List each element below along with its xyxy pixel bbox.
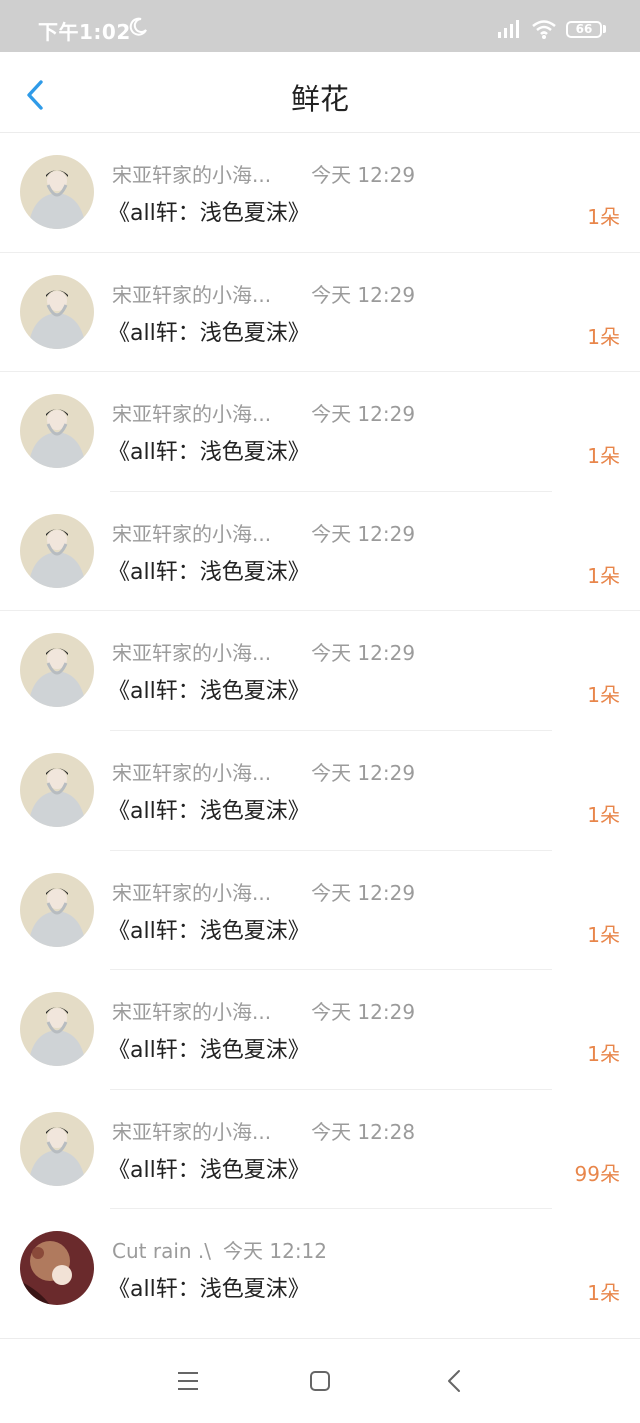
work-title: 《all轩：浅色夏沫》 (108, 559, 310, 585)
flower-count: 1朵 (587, 802, 620, 827)
timestamp: 今天 12:29 (311, 282, 416, 307)
row-meta: Cut rain .\ 今天 12:12 (112, 1235, 327, 1264)
list-item[interactable]: 宋亚轩家的小海... 今天 12:29 《all轩：浅色夏沫》 1朵 (0, 970, 640, 1090)
flower-count: 1朵 (587, 563, 620, 588)
work-title: 《all轩：浅色夏沫》 (108, 1277, 310, 1303)
work-title: 《all轩：浅色夏沫》 (108, 1157, 310, 1183)
row-meta: 宋亚轩家的小海... 今天 12:29 (112, 996, 415, 1025)
wifi-icon (532, 20, 556, 39)
sender-name: 宋亚轩家的小海... (112, 402, 272, 427)
avatar[interactable] (20, 155, 94, 229)
flower-count: 1朵 (587, 922, 620, 947)
row-meta: 宋亚轩家的小海... 今天 12:29 (112, 518, 415, 547)
sender-name: 宋亚轩家的小海... (112, 521, 272, 546)
sender-name: 宋亚轩家的小海... (112, 163, 272, 187)
list-item[interactable]: 宋亚轩家的小海... 今天 12:29 《all轩：浅色夏沫》 1朵 (0, 492, 640, 612)
work-title: 《all轩：浅色夏沫》 (108, 440, 310, 466)
sender-name: 宋亚轩家的小海... (112, 760, 272, 785)
sender-name: Cut rain .\ (112, 1239, 212, 1264)
row-meta: 宋亚轩家的小海... 今天 12:29 (112, 159, 415, 188)
timestamp: 今天 12:28 (311, 1119, 416, 1144)
work-title: 《all轩：浅色夏沫》 (108, 320, 310, 346)
avatar[interactable] (20, 992, 94, 1067)
flower-count: 1朵 (587, 324, 620, 349)
row-meta: 宋亚轩家的小海... 今天 12:29 (112, 398, 415, 427)
back-triangle-icon[interactable] (446, 1369, 462, 1393)
timestamp: 今天 12:29 (311, 880, 416, 905)
navigation-bar (0, 1338, 640, 1423)
avatar[interactable] (20, 752, 94, 827)
sender-name: 宋亚轩家的小海... (112, 1000, 272, 1025)
flower-count: 1朵 (587, 444, 620, 469)
work-title: 《all轩：浅色夏沫》 (108, 1038, 310, 1064)
avatar[interactable] (20, 872, 94, 947)
header: 鲜花 (0, 52, 640, 133)
timestamp: 今天 12:29 (311, 1000, 416, 1025)
list-item[interactable]: 宋亚轩家的小海... 今天 12:28 《all轩：浅色夏沫》 99朵 (0, 1090, 640, 1210)
list-item[interactable]: 宋亚轩家的小海... 今天 12:29 《all轩：浅色夏沫》 1朵 (0, 611, 640, 731)
work-title: 《all轩：浅色夏沫》 (108, 798, 310, 824)
sender-name: 宋亚轩家的小海... (112, 1119, 272, 1144)
row-meta: 宋亚轩家的小海... 今天 12:29 (112, 877, 415, 906)
timestamp: 今天 12:12 (223, 1239, 328, 1264)
work-title: 《all轩：浅色夏沫》 (108, 679, 310, 705)
back-button[interactable] (16, 74, 56, 114)
row-meta: 宋亚轩家的小海... 今天 12:28 (112, 1116, 415, 1145)
row-meta: 宋亚轩家的小海... 今天 12:29 (112, 757, 415, 786)
flower-count: 1朵 (587, 205, 620, 229)
work-title: 《all轩：浅色夏沫》 (108, 201, 310, 226)
battery-tip (603, 25, 606, 33)
flower-list: 宋亚轩家的小海... 今天 12:29 《all轩：浅色夏沫》 1朵 宋亚轩家的小… (0, 133, 640, 1329)
menu-icon[interactable] (176, 1370, 200, 1392)
timestamp: 今天 12:29 (311, 163, 416, 187)
row-meta: 宋亚轩家的小海... 今天 12:29 (112, 279, 415, 308)
sender-name: 宋亚轩家的小海... (112, 641, 272, 666)
flower-count: 1朵 (587, 1281, 620, 1306)
list-item[interactable]: 宋亚轩家的小海... 今天 12:29 《all轩：浅色夏沫》 1朵 (0, 133, 640, 253)
status-bar: 下午1:02 66 (0, 0, 640, 52)
list-item[interactable]: 宋亚轩家的小海... 今天 12:29 《all轩：浅色夏沫》 1朵 (0, 253, 640, 373)
flower-count: 99朵 (574, 1161, 620, 1186)
flower-count: 1朵 (587, 683, 620, 708)
sender-name: 宋亚轩家的小海... (112, 880, 272, 905)
avatar[interactable] (20, 513, 94, 588)
flower-count: 1朵 (587, 1042, 620, 1067)
list-item[interactable]: 宋亚轩家的小海... 今天 12:29 《all轩：浅色夏沫》 1朵 (0, 731, 640, 851)
battery-indicator: 66 (566, 21, 602, 38)
avatar[interactable] (20, 633, 94, 708)
moon-icon (129, 17, 147, 36)
timestamp: 今天 12:29 (311, 521, 416, 546)
sender-name: 宋亚轩家的小海... (112, 282, 272, 307)
avatar[interactable] (20, 394, 94, 469)
status-time: 下午1:02 (38, 20, 131, 44)
avatar[interactable] (20, 1111, 94, 1186)
avatar[interactable] (20, 1231, 94, 1306)
avatar[interactable] (20, 274, 94, 349)
signal-icon (498, 20, 519, 38)
list-item[interactable]: 宋亚轩家的小海... 今天 12:29 《all轩：浅色夏沫》 1朵 (0, 851, 640, 971)
timestamp: 今天 12:29 (311, 402, 416, 427)
page-title: 鲜花 (290, 82, 349, 116)
list-item[interactable]: 宋亚轩家的小海... 今天 12:29 《all轩：浅色夏沫》 1朵 (0, 372, 640, 492)
work-title: 《all轩：浅色夏沫》 (108, 918, 310, 944)
list-item[interactable]: Cut rain .\ 今天 12:12 《all轩：浅色夏沫》 1朵 (0, 1209, 640, 1329)
home-square-icon[interactable] (309, 1370, 331, 1392)
timestamp: 今天 12:29 (311, 641, 416, 666)
row-meta: 宋亚轩家的小海... 今天 12:29 (112, 637, 415, 666)
timestamp: 今天 12:29 (311, 760, 416, 785)
